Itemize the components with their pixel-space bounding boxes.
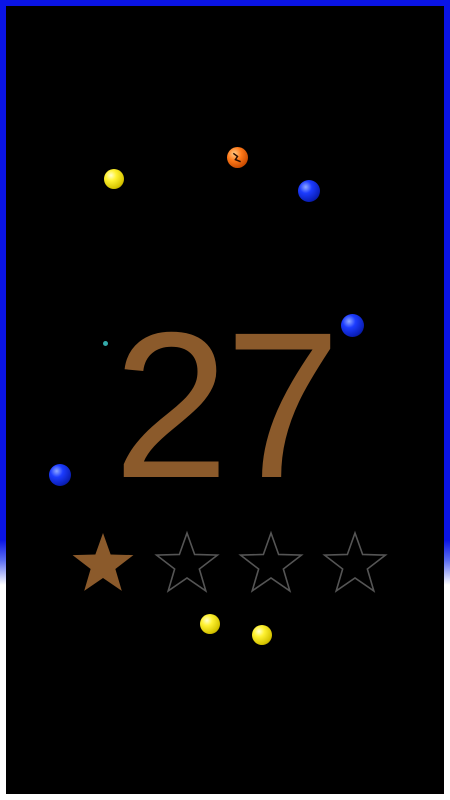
star-empty-icon xyxy=(322,530,388,593)
ball-yellow xyxy=(104,169,124,189)
star-filled-icon xyxy=(72,533,134,591)
ball-cyan-small xyxy=(103,341,108,346)
star-empty-icon xyxy=(154,530,220,593)
ball-blue xyxy=(49,464,71,486)
ball-orange-cracked xyxy=(227,147,248,168)
ball-blue xyxy=(298,180,320,202)
score-display: 27 xyxy=(113,290,340,522)
ball-yellow xyxy=(200,614,220,634)
crack-icon xyxy=(232,152,241,163)
game-frame: 27 xyxy=(0,0,450,800)
ball-blue xyxy=(341,314,364,337)
star-empty-icon xyxy=(238,530,304,593)
play-area[interactable]: 27 xyxy=(6,6,444,794)
ball-yellow xyxy=(252,625,272,645)
star-rating xyxy=(70,530,390,596)
